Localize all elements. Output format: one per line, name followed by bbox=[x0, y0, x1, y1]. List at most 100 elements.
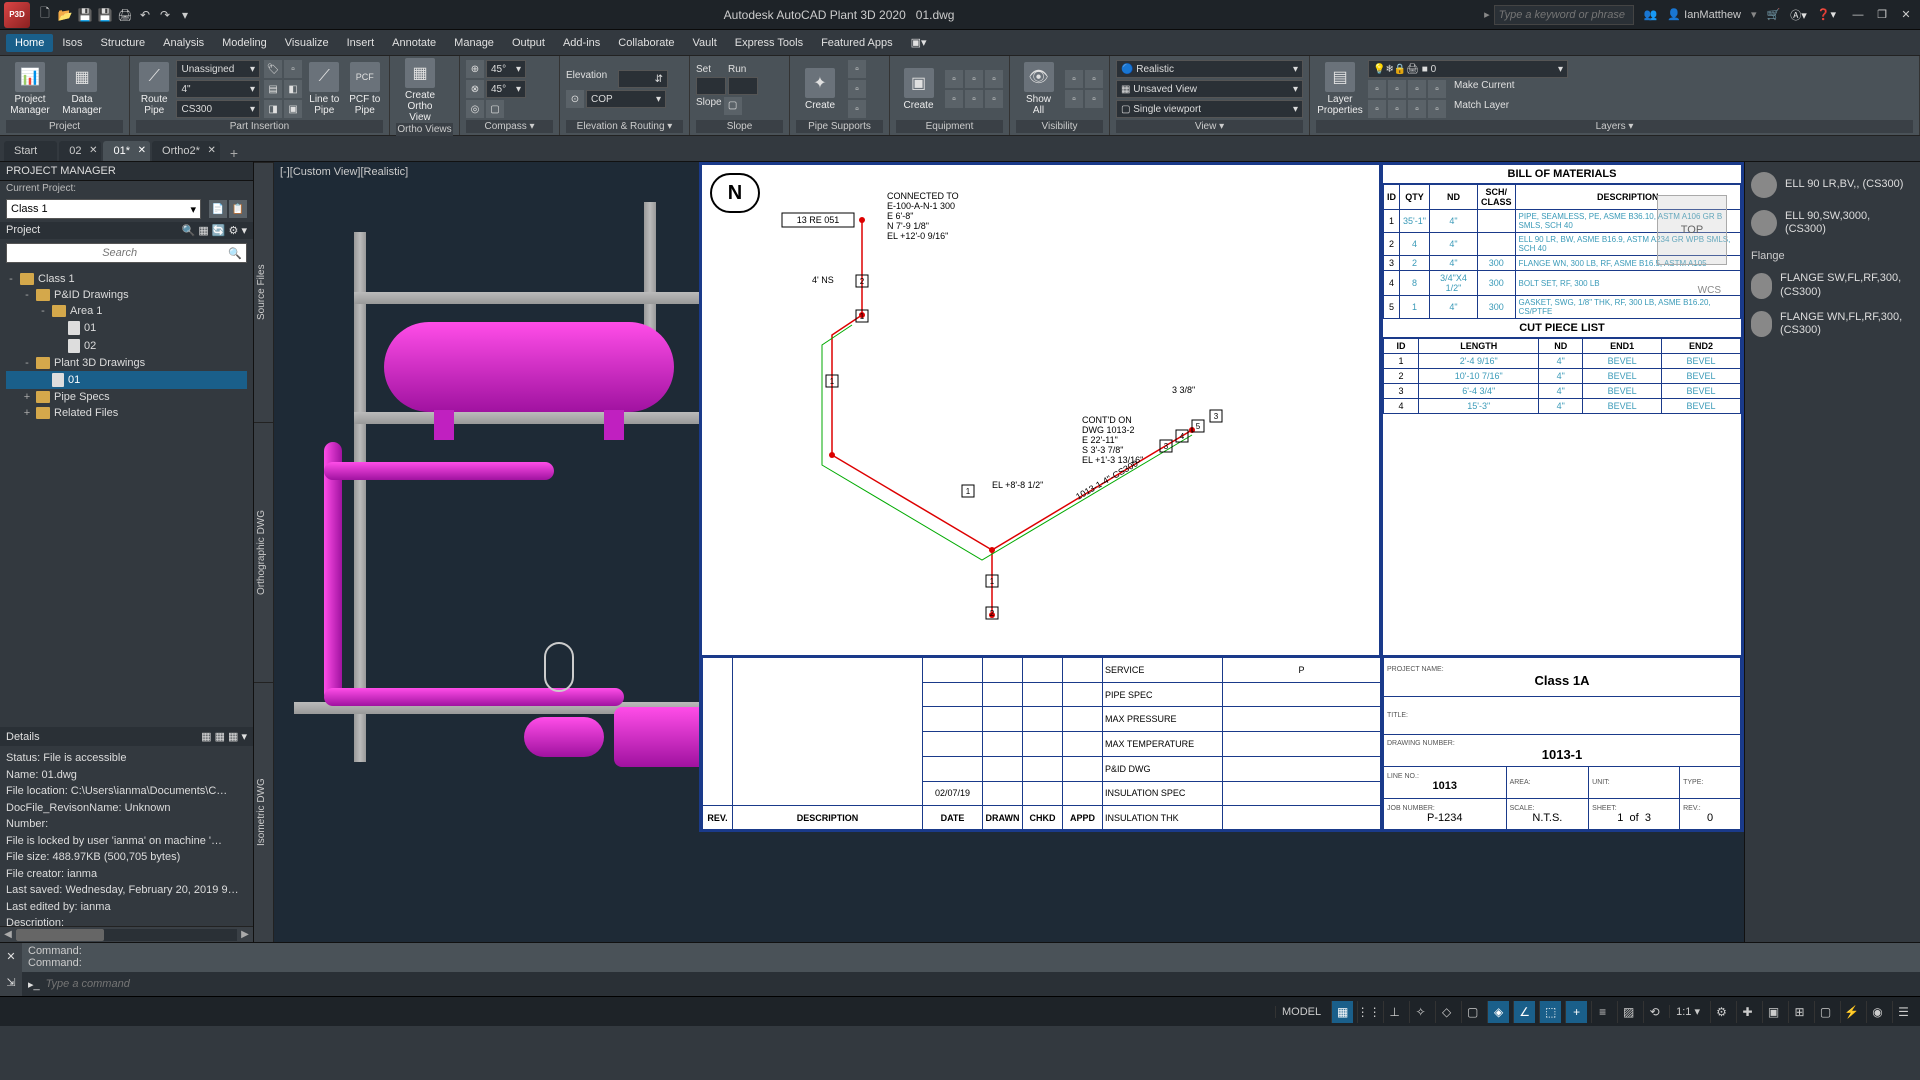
ribbon-tab-featuredapps[interactable]: Featured Apps bbox=[812, 34, 902, 52]
otrack-icon[interactable]: ∠ bbox=[1513, 1001, 1535, 1023]
cmd-close-icon[interactable]: ✕ bbox=[6, 950, 15, 963]
doctab-start[interactable]: Start bbox=[4, 141, 57, 161]
ribbon-tab-isos[interactable]: Isos bbox=[53, 34, 91, 52]
catalog-item[interactable]: ELL 90 LR,BV,, (CS300) bbox=[1749, 166, 1916, 204]
pm-section-project[interactable]: Project🔍 ▦ 🔄 ⚙ ▾ bbox=[0, 222, 253, 239]
scroll-right-icon[interactable]: ▶ bbox=[237, 929, 253, 940]
ribbon-tab-vault[interactable]: Vault bbox=[684, 34, 726, 52]
eq2-icon[interactable]: ▫ bbox=[965, 70, 983, 88]
cop-icon[interactable]: ⊙ bbox=[566, 90, 584, 108]
create-ortho-button[interactable]: ▦Create Ortho View bbox=[396, 58, 444, 123]
cmd-handle-icon[interactable]: ⇲ bbox=[6, 976, 15, 989]
vis4-icon[interactable]: ▫ bbox=[1085, 90, 1103, 108]
assign-combo[interactable]: Unassigned▾ bbox=[176, 60, 260, 78]
tree-item[interactable]: -P&ID Drawings bbox=[6, 287, 247, 303]
layer-combo[interactable]: 💡❄🔒🖨 ■ 0▾ bbox=[1368, 60, 1568, 78]
tree-item[interactable]: -Plant 3D Drawings bbox=[6, 355, 247, 371]
ribbon-tab-visualize[interactable]: Visualize bbox=[276, 34, 338, 52]
layer-props-button[interactable]: ▤Layer Properties bbox=[1316, 62, 1364, 116]
save-icon[interactable]: 💾 bbox=[76, 6, 94, 24]
cycling-icon[interactable]: ⟲ bbox=[1643, 1001, 1665, 1023]
sup1-icon[interactable]: ▫ bbox=[848, 60, 866, 78]
lay5-icon[interactable]: ▫ bbox=[1368, 100, 1386, 118]
lay3-icon[interactable]: ▫ bbox=[1408, 80, 1426, 98]
ribbon-tab-manage[interactable]: Manage bbox=[445, 34, 503, 52]
route-pipe-button[interactable]: ⟋Route Pipe bbox=[136, 62, 172, 116]
user-menu[interactable]: 👤 IanMatthew bbox=[1667, 8, 1741, 21]
project-manager-button[interactable]: 📊Project Manager bbox=[6, 62, 54, 116]
qat-dropdown-icon[interactable]: ▾ bbox=[176, 6, 194, 24]
plus-icon[interactable]: ✚ bbox=[1736, 1001, 1758, 1023]
command-input[interactable] bbox=[46, 978, 1914, 990]
transparency-icon[interactable]: ▨ bbox=[1617, 1001, 1639, 1023]
viewcube[interactable]: TOP bbox=[1657, 195, 1727, 265]
a360-icon[interactable]: Ⓐ▾ bbox=[1790, 7, 1807, 23]
eq5-icon[interactable]: ▫ bbox=[965, 90, 983, 108]
vis1-icon[interactable]: ▫ bbox=[1065, 70, 1083, 88]
wcs-label[interactable]: WCS bbox=[1698, 285, 1721, 296]
ribbon-tab-output[interactable]: Output bbox=[503, 34, 554, 52]
eq1-icon[interactable]: ▫ bbox=[945, 70, 963, 88]
side-tab-source[interactable]: Source Files bbox=[254, 162, 273, 422]
eq6-icon[interactable]: ▫ bbox=[985, 90, 1003, 108]
vis3-icon[interactable]: ▫ bbox=[1065, 90, 1083, 108]
tree-item[interactable]: -Class 1 bbox=[6, 271, 247, 287]
clean-icon[interactable]: ▢ bbox=[1814, 1001, 1836, 1023]
snap-icon[interactable]: ⋮⋮ bbox=[1357, 1001, 1379, 1023]
view-combo[interactable]: ▦ Unsaved View▾ bbox=[1116, 80, 1303, 98]
compass-b-icon[interactable]: ⊗ bbox=[466, 80, 484, 98]
customize-icon[interactable]: ⊞ bbox=[1788, 1001, 1810, 1023]
hardware-icon[interactable]: ⚡ bbox=[1840, 1001, 1862, 1023]
create-support-button[interactable]: ✦Create bbox=[796, 68, 844, 111]
tree-item[interactable]: +Related Files bbox=[6, 405, 247, 421]
doctab-02[interactable]: 02✕ bbox=[59, 141, 101, 161]
lay2-icon[interactable]: ▫ bbox=[1388, 80, 1406, 98]
pm-btn1-icon[interactable]: 📄 bbox=[209, 200, 227, 218]
dyn-icon[interactable]: + bbox=[1565, 1001, 1587, 1023]
restore-icon[interactable]: ❐ bbox=[1872, 7, 1892, 23]
ribbon-tab-collaborate[interactable]: Collaborate bbox=[609, 34, 683, 52]
3dosnap-icon[interactable]: ◈ bbox=[1487, 1001, 1509, 1023]
details-scrollbar[interactable]: ◀ ▶ bbox=[0, 926, 253, 942]
slope-run[interactable] bbox=[728, 77, 758, 95]
ortho-icon[interactable]: ⊥ bbox=[1383, 1001, 1405, 1023]
compass-a-icon[interactable]: ⊕ bbox=[466, 60, 484, 78]
ribbon-tab-modeling[interactable]: Modeling bbox=[213, 34, 276, 52]
lay1-icon[interactable]: ▫ bbox=[1368, 80, 1386, 98]
help-search-input[interactable] bbox=[1494, 5, 1634, 25]
app-logo[interactable]: P3D bbox=[4, 2, 30, 28]
close-icon[interactable]: ✕ bbox=[1896, 7, 1916, 23]
ribbon-overflow-icon[interactable]: ▣▾ bbox=[902, 33, 936, 52]
redo-icon[interactable]: ↷ bbox=[156, 6, 174, 24]
help-icon[interactable]: ❓▾ bbox=[1817, 8, 1836, 21]
new-tab-button[interactable]: + bbox=[222, 145, 246, 161]
minimize-icon[interactable]: — bbox=[1848, 7, 1868, 23]
btn4-icon[interactable]: ◨ bbox=[264, 100, 282, 118]
elev-value[interactable]: ⇵ bbox=[618, 70, 668, 88]
ribbon-tab-addins[interactable]: Add-ins bbox=[554, 34, 609, 52]
catalog-item[interactable]: FLANGE SW,FL,RF,300, (CS300) bbox=[1749, 266, 1916, 304]
spec-combo[interactable]: CS300▾ bbox=[176, 100, 260, 118]
ribbon-tab-expresstools[interactable]: Express Tools bbox=[726, 34, 812, 52]
visual-style-combo[interactable]: 🔵 Realistic▾ bbox=[1116, 60, 1303, 78]
3d-viewport[interactable]: [-][Custom View][Realistic] N bbox=[274, 162, 1744, 942]
make-current-button[interactable]: Make Current bbox=[1454, 80, 1515, 98]
side-tab-ortho[interactable]: Orthographic DWG bbox=[254, 422, 273, 682]
tree-item[interactable]: 01 bbox=[6, 319, 247, 337]
ducs-icon[interactable]: ⬚ bbox=[1539, 1001, 1561, 1023]
line-to-pipe-button[interactable]: ⟋Line to Pipe bbox=[306, 62, 342, 116]
search-icon[interactable]: 🔍 bbox=[228, 247, 242, 260]
polar-icon[interactable]: ✧ bbox=[1409, 1001, 1431, 1023]
saveas-icon[interactable]: 💾 bbox=[96, 6, 114, 24]
compass-c-icon[interactable]: ◎ bbox=[466, 100, 484, 118]
cart-icon[interactable]: 🛒 bbox=[1767, 8, 1781, 21]
osnap-icon[interactable]: ▢ bbox=[1461, 1001, 1483, 1023]
tree-item[interactable]: 01 bbox=[6, 371, 247, 389]
create-equip-button[interactable]: ▣Create bbox=[896, 68, 941, 111]
eq3-icon[interactable]: ▫ bbox=[985, 70, 1003, 88]
lay6-icon[interactable]: ▫ bbox=[1388, 100, 1406, 118]
slope-set[interactable] bbox=[696, 77, 726, 95]
tree-item[interactable]: 02 bbox=[6, 337, 247, 355]
tag-icon[interactable]: 🏷 bbox=[264, 60, 282, 78]
slope-btn-icon[interactable]: ▢ bbox=[724, 97, 742, 115]
